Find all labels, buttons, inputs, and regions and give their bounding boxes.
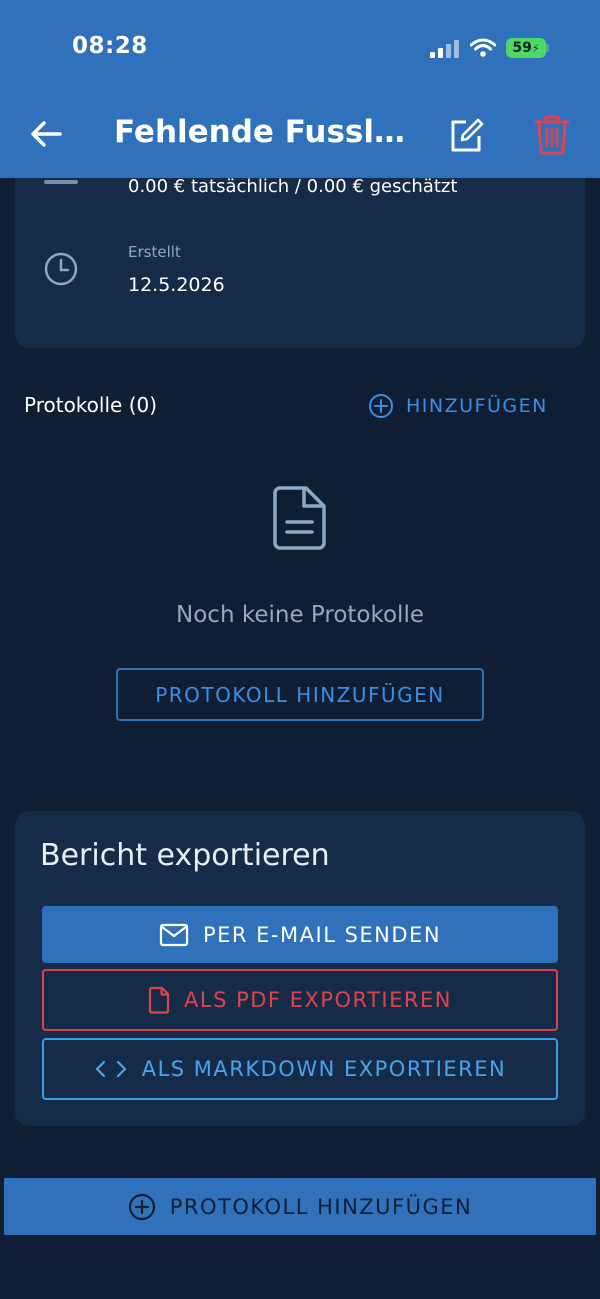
- battery-indicator: 59 ⚡: [506, 38, 546, 58]
- pdf-export-label: ALS PDF EXPORTIEREN: [184, 988, 452, 1012]
- add-protocol-button[interactable]: PROTOKOLL HINZUFÜGEN: [116, 668, 484, 721]
- wifi-icon: [470, 38, 496, 57]
- trash-icon[interactable]: [532, 114, 572, 156]
- battery-cap: [546, 44, 549, 52]
- created-date: 12.5.2026: [128, 274, 225, 296]
- code-icon: [95, 1060, 126, 1078]
- app-header: 08:28 59 ⚡ Fehlende Fussl…: [0, 0, 600, 178]
- charging-icon: ⚡: [531, 41, 540, 55]
- cellular-signal-icon: [430, 40, 459, 58]
- email-export-label: PER E-MAIL SENDEN: [202, 922, 442, 947]
- add-link-label: HINZUFÜGEN: [406, 395, 548, 417]
- battery-level: 59: [512, 40, 532, 56]
- add-protocol-link[interactable]: HINZUFÜGEN: [368, 392, 548, 420]
- status-time: 08:28: [72, 33, 148, 59]
- markdown-export-label: ALS MARKDOWN EXPORTIEREN: [141, 1057, 507, 1081]
- back-arrow-icon[interactable]: [28, 116, 64, 152]
- document-icon: [273, 486, 326, 550]
- plus-circle-icon: [128, 1193, 155, 1220]
- empty-state-text: Noch keine Protokolle: [176, 602, 424, 628]
- page-title: Fehlende Fussl…: [114, 114, 405, 150]
- cost-icon: [44, 180, 78, 184]
- export-heading: Bericht exportieren: [40, 838, 330, 873]
- file-icon: [148, 986, 170, 1014]
- edit-icon[interactable]: [446, 115, 486, 155]
- plus-circle-icon: [369, 394, 393, 418]
- protocols-heading: Protokolle (0): [24, 393, 158, 417]
- pdf-export-button[interactable]: ALS PDF EXPORTIEREN: [42, 969, 558, 1031]
- bottom-add-protocol-button[interactable]: PROTOKOLL HINZUFÜGEN: [4, 1178, 596, 1235]
- clock-icon: [44, 252, 78, 286]
- created-label: Erstellt: [128, 243, 181, 261]
- email-export-button[interactable]: PER E-MAIL SENDEN: [42, 906, 558, 963]
- markdown-export-button[interactable]: ALS MARKDOWN EXPORTIEREN: [42, 1038, 558, 1100]
- cost-value: 0.00 € tatsächlich / 0.00 € geschätzt: [128, 176, 458, 197]
- bottom-add-label: PROTOKOLL HINZUFÜGEN: [169, 1194, 473, 1219]
- mail-icon: [159, 923, 189, 946]
